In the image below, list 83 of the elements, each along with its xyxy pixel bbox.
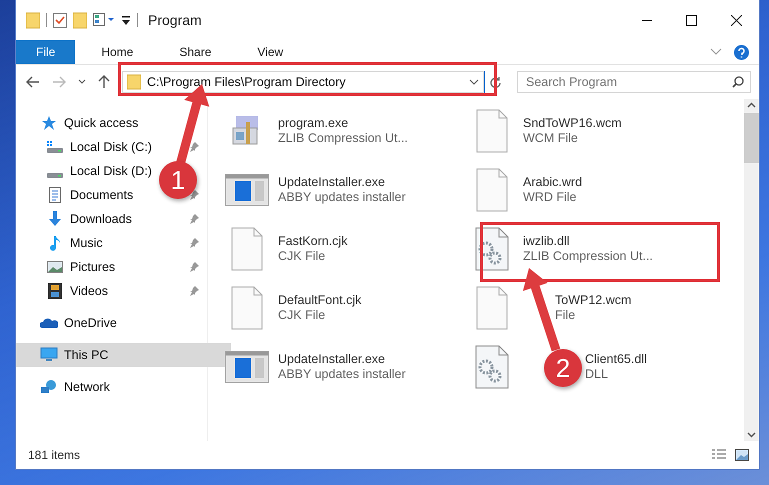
folder-icon — [127, 74, 141, 90]
pin-icon[interactable] — [189, 142, 199, 152]
blank-file-icon — [476, 168, 508, 212]
scroll-thumb[interactable] — [744, 113, 759, 163]
file-name: FastKorn.cjk — [278, 234, 348, 248]
landscape-picture-icon — [47, 260, 63, 274]
pin-icon[interactable] — [189, 262, 199, 272]
file-name: UpdateInstaller.exe — [278, 352, 386, 366]
ribbon-tab[interactable]: File — [16, 40, 76, 64]
sidebar-item[interactable]: Pictures — [16, 255, 120, 279]
dropdown-arrow-icon[interactable] — [121, 14, 131, 26]
sidebar-item[interactable]: Local Disk (C:) — [16, 135, 156, 159]
download-arrow-icon — [47, 211, 63, 227]
window-title: Program — [148, 12, 202, 28]
file-name: ToWP12.wcm — [555, 293, 632, 307]
maximize-icon[interactable] — [686, 14, 697, 26]
file-name: Client65.dll — [585, 352, 647, 366]
gear-file-icon — [475, 344, 509, 388]
sidebar-item[interactable]: Music — [16, 231, 107, 255]
view-options-icon[interactable] — [93, 12, 115, 28]
item-count: 181 items — [28, 448, 80, 462]
blank-file-icon — [231, 286, 263, 330]
sidebar-item[interactable]: This PC — [16, 343, 231, 367]
gear-file-icon — [475, 226, 509, 270]
file-name: iwzlib.dll — [523, 234, 571, 248]
ribbon-tab[interactable]: Share — [159, 40, 232, 64]
ribbon-tab[interactable]: View — [237, 40, 304, 64]
sidebar-item[interactable]: OneDrive — [16, 311, 231, 335]
pin-icon[interactable] — [189, 214, 199, 224]
file-type: ABBY updates installer — [278, 367, 406, 381]
file-type: WRD File — [523, 190, 578, 204]
network-globe-icon — [40, 379, 58, 395]
sidebar-item[interactable]: Videos — [16, 279, 112, 303]
music-note-icon — [49, 235, 61, 251]
close-icon[interactable] — [731, 14, 742, 26]
pin-icon[interactable] — [189, 190, 199, 200]
search-field[interactable]: Search Program — [517, 71, 751, 93]
sidebar-item[interactable]: Network — [16, 375, 231, 399]
file-type: CJK File — [278, 249, 326, 263]
pin-icon[interactable] — [189, 238, 199, 248]
file-name: Arabic.wrd — [523, 175, 582, 189]
application-window-icon — [225, 350, 269, 382]
file-name: program.exe — [278, 116, 350, 130]
address-path: C:\Program Files\Program Directory — [147, 75, 347, 89]
pin-icon[interactable] — [189, 286, 199, 296]
help-icon[interactable] — [734, 44, 749, 60]
back-arrow-icon[interactable] — [26, 76, 40, 88]
blank-file-icon — [231, 226, 263, 270]
file-type: ZLIB Compression Ut... — [523, 249, 653, 263]
sidebar-item[interactable]: Quick access — [16, 111, 231, 135]
file-name: UpdateInstaller.exe — [278, 175, 386, 189]
document-icon — [48, 187, 62, 203]
chevron-down-icon[interactable] — [78, 79, 86, 85]
file-type: ABBY updates installer — [278, 190, 406, 204]
sidebar-item[interactable]: Local Disk (D:) — [16, 159, 156, 183]
sidebar-item[interactable]: Downloads — [16, 207, 136, 231]
properties-check-icon[interactable] — [53, 11, 67, 29]
file-name: SndToWP16.wcm — [523, 116, 622, 130]
refresh-icon[interactable] — [489, 76, 501, 88]
address-bar[interactable]: C:\Program Files\Program Directory — [122, 71, 484, 93]
drive-icon — [46, 139, 64, 155]
tiles-view-icon[interactable] — [735, 449, 749, 461]
application-window-icon — [225, 174, 269, 206]
search-icon[interactable] — [732, 76, 744, 88]
file-type: DLL — [585, 367, 609, 381]
ribbon-tab[interactable]: Home — [81, 40, 154, 64]
file-type: WCM File — [523, 131, 579, 145]
file-type: ZLIB Compression Ut... — [278, 131, 408, 145]
blank-file-icon — [476, 286, 508, 330]
chevron-down-icon[interactable] — [469, 78, 479, 86]
file-type: CJK File — [278, 308, 326, 322]
file-type: File — [555, 308, 576, 322]
scrollbar[interactable] — [744, 99, 759, 441]
file-name: DefaultFont.cjk — [278, 293, 362, 307]
film-strip-icon — [48, 283, 62, 299]
cloud-icon — [40, 317, 58, 329]
up-arrow-icon[interactable] — [98, 75, 110, 89]
sidebar-item[interactable]: Documents — [16, 183, 138, 207]
monitor-icon — [40, 347, 58, 363]
star-icon — [41, 115, 57, 131]
details-view-icon[interactable] — [711, 449, 727, 461]
blank-file-icon — [476, 108, 508, 152]
drive-icon — [47, 172, 63, 178]
